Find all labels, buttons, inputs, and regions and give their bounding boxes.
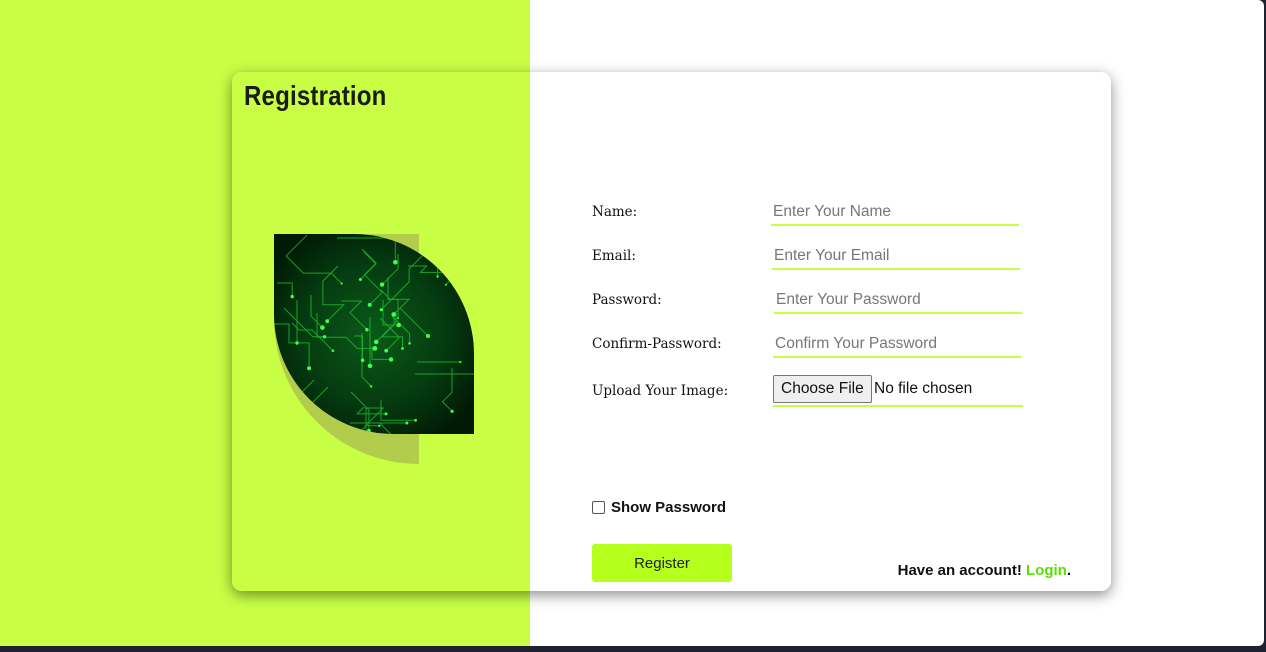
password-row: Password: — [592, 288, 1032, 318]
circuit-node — [397, 317, 399, 320]
name-row: Name: — [592, 200, 1032, 230]
circuit-node — [444, 283, 447, 286]
circuit-node — [325, 319, 330, 324]
card-left-panel: Registration — [232, 72, 530, 591]
circuit-node — [367, 363, 373, 369]
login-prompt: Have an account! Login. — [898, 562, 1071, 579]
circuit-node — [358, 278, 362, 281]
circuit-node — [360, 358, 365, 363]
circuit-node — [300, 400, 303, 404]
circuit-node — [384, 412, 388, 416]
name-input[interactable] — [771, 200, 1019, 226]
register-button[interactable]: Register — [592, 544, 732, 582]
circuit-node — [379, 308, 383, 312]
circuit-node — [320, 325, 325, 330]
circuit-node — [367, 428, 371, 433]
login-prompt-suffix: . — [1066, 562, 1071, 579]
circuit-node — [384, 348, 389, 353]
page-title: Registration — [244, 80, 387, 111]
login-link[interactable]: Login — [1026, 562, 1067, 579]
circuit-node — [340, 282, 343, 285]
circuit-node — [373, 339, 379, 345]
circuit-node — [405, 421, 409, 425]
confirm-password-row: Confirm-Password: — [592, 332, 1032, 362]
circuit-leaf-icon — [274, 234, 474, 434]
upload-row: Upload Your Image: Choose File No file c… — [592, 375, 1032, 411]
circuit-node — [379, 282, 385, 287]
circuit-node — [354, 433, 359, 434]
name-label: Name: — [592, 204, 638, 220]
circuit-node — [448, 270, 452, 274]
show-password-label: Show Password — [611, 499, 727, 516]
circuit-node — [391, 312, 396, 317]
password-input[interactable] — [774, 288, 1022, 314]
email-row: Email: — [592, 244, 1032, 274]
circuit-node — [459, 360, 462, 364]
circuit-node — [322, 335, 327, 339]
email-input[interactable] — [772, 244, 1020, 270]
circuit-trace — [464, 271, 474, 316]
circuit-node — [388, 357, 394, 362]
upload-label: Upload Your Image: — [592, 383, 729, 399]
circuit-node — [295, 341, 299, 345]
circuit-node — [401, 347, 404, 350]
show-password-checkbox[interactable] — [592, 501, 605, 514]
circuit-node — [408, 342, 411, 345]
circuit-node — [290, 294, 294, 299]
circuit-node — [340, 430, 344, 434]
file-status-text: No file chosen — [874, 380, 973, 397]
email-label: Email: — [592, 248, 636, 264]
registration-card: Registration Name: Enter Your Name Email… — [232, 72, 1111, 591]
circuit-node — [370, 385, 373, 388]
circuit-node — [393, 260, 398, 265]
circuit-node — [450, 409, 454, 413]
circuit-node — [331, 349, 335, 352]
circuit-node — [396, 322, 401, 328]
choose-file-button[interactable]: Choose File — [773, 375, 872, 403]
circuit-node — [307, 366, 312, 371]
password-label: Password: — [592, 292, 662, 308]
circuit-node — [414, 418, 417, 422]
file-upload-field: Choose File No file chosen — [773, 375, 1023, 407]
login-prompt-text: Have an account! — [897, 562, 1022, 579]
circuit-node — [365, 328, 369, 332]
circuit-node — [367, 302, 372, 307]
circuit-node — [372, 346, 378, 351]
confirm-password-label: Confirm-Password: — [592, 336, 722, 352]
confirm-password-input[interactable] — [773, 332, 1021, 358]
circuit-node — [436, 275, 439, 278]
circuit-node — [426, 334, 430, 338]
circuit-node — [378, 424, 381, 427]
page-viewport: Registration Name: Enter Your Name Email… — [0, 0, 1264, 646]
